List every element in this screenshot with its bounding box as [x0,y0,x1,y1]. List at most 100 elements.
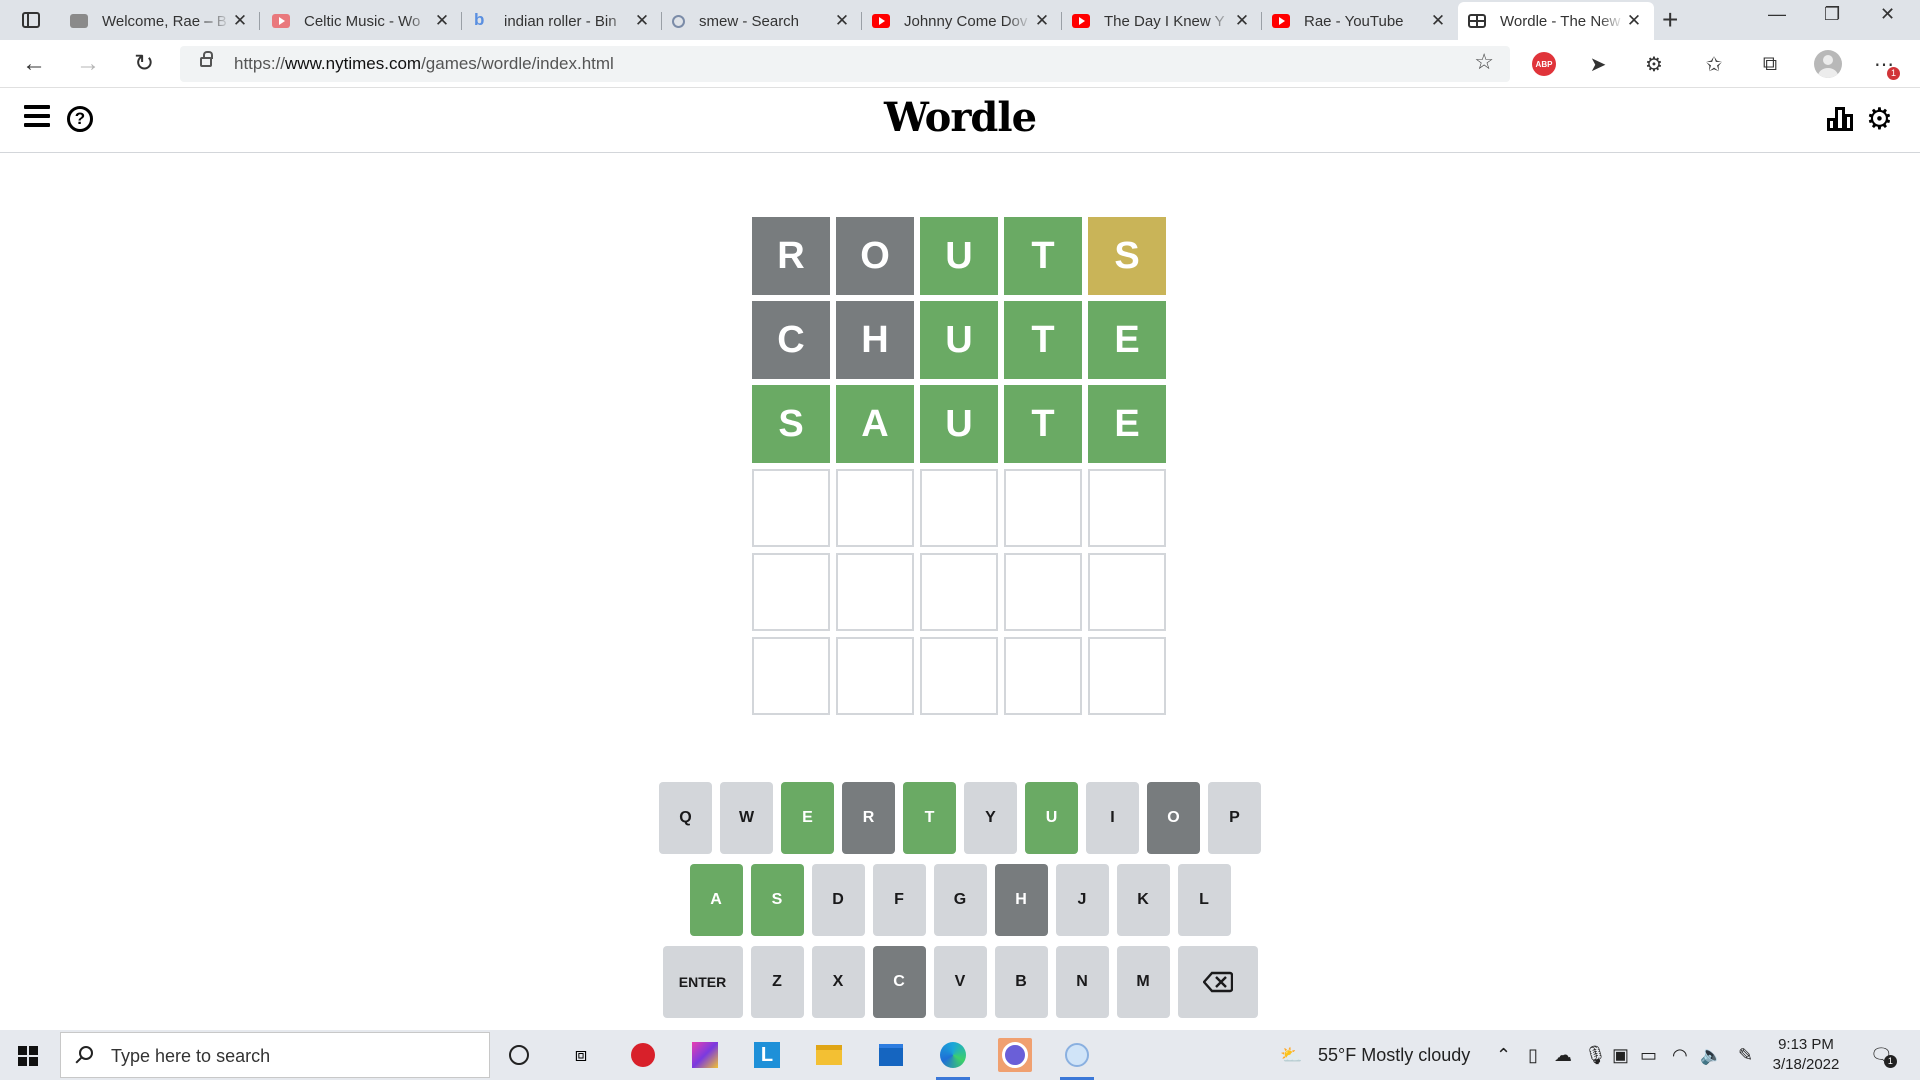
tab-close-icon[interactable]: ✕ [230,11,250,31]
tab-close-icon[interactable]: ✕ [1428,11,1448,31]
tab-the-day[interactable]: The Day I Knew Y ✕ [1062,4,1262,38]
onedrive-icon[interactable]: ☁ [1554,1045,1572,1066]
battery-icon[interactable]: ▭ [1640,1045,1657,1066]
tab-wordle[interactable]: Wordle - The New ✕ [1458,2,1654,40]
tab-rae-youtube[interactable]: Rae - YouTube ✕ [1262,4,1458,38]
key-t[interactable]: T [903,782,956,854]
profile-avatar[interactable] [1814,50,1842,78]
key-d[interactable]: D [811,864,865,936]
key-y[interactable]: Y [964,782,1017,854]
lock-icon[interactable] [200,51,213,67]
refresh-icon[interactable]: ↻ [128,48,160,80]
tab-close-icon[interactable]: ✕ [1032,11,1052,31]
key-i[interactable]: I [1086,782,1139,854]
key-s[interactable]: S [750,864,804,936]
key-w[interactable]: W [720,782,773,854]
tab-smew-search[interactable]: smew - Search ✕ [662,4,862,38]
weather-text[interactable]: 55°F Mostly cloudy [1318,1045,1470,1066]
wifi-icon[interactable]: ◠ [1672,1045,1688,1066]
url-text[interactable]: https://www.nytimes.com/games/wordle/ind… [234,54,614,74]
tab-close-icon[interactable]: ✕ [632,11,652,31]
board-tile: T [1004,217,1082,295]
new-tab-icon[interactable]: + [1662,4,1678,36]
key-o[interactable]: O [1147,782,1200,854]
key-z[interactable]: Z [750,946,804,1018]
tab-actions-icon[interactable] [14,8,48,32]
tab-close-icon[interactable]: ✕ [1232,11,1252,31]
board-tile: C [752,301,830,379]
key-p[interactable]: P [1208,782,1261,854]
tab-welcome[interactable]: Welcome, Rae – B ✕ [60,4,260,38]
apple-app-icon[interactable] [626,1038,660,1072]
l-app-icon[interactable]: L [750,1038,784,1072]
board-tile: H [836,301,914,379]
extensions-icon[interactable]: ⚙ [1640,50,1668,78]
wordle-grid-icon [1468,14,1486,28]
edge-browser-icon[interactable] [936,1038,970,1072]
weather-icon[interactable]: ⛅ [1280,1045,1302,1066]
key-enter[interactable]: ENTER [662,946,743,1018]
tab-title: The Day I Knew Y [1104,12,1225,30]
tab-close-icon[interactable]: ✕ [1624,11,1644,31]
key-j[interactable]: J [1055,864,1109,936]
system-clock[interactable]: 9:13 PM 3/18/2022 [1766,1035,1846,1075]
photo-editor-icon[interactable] [688,1038,722,1072]
key-v[interactable]: V [933,946,987,1018]
tab-close-icon[interactable]: ✕ [432,11,452,31]
key-e[interactable]: E [781,782,834,854]
add-favorite-icon[interactable]: ☆ [1474,49,1494,75]
key-x[interactable]: X [811,946,865,1018]
pen-icon[interactable]: ✎ [1738,1045,1753,1066]
chevron-up-icon[interactable]: ⌃ [1496,1045,1511,1066]
microsoft-store-icon[interactable] [874,1038,908,1072]
key-a[interactable]: A [689,864,743,936]
paint-brush-icon[interactable] [1060,1038,1094,1072]
key-f[interactable]: F [872,864,926,936]
restore-icon[interactable]: ❐ [1824,4,1840,25]
taskbar-search-input[interactable]: Type here to search [60,1032,490,1078]
close-window-icon[interactable]: ✕ [1880,4,1895,25]
tab-johnny-come[interactable]: Johnny Come Dov ✕ [862,4,1062,38]
key-n[interactable]: N [1055,946,1109,1018]
key-g[interactable]: G [933,864,987,936]
key-r[interactable]: R [842,782,895,854]
tab-celtic-music[interactable]: Celtic Music - Wo ✕ [262,4,462,38]
minimize-icon[interactable]: — [1768,4,1786,25]
key-m[interactable]: M [1116,946,1170,1018]
file-explorer-icon[interactable] [812,1038,846,1072]
youtube-icon [1272,14,1290,28]
meet-now-icon[interactable]: ▣ [1612,1045,1629,1066]
back-icon[interactable]: ← [18,48,50,80]
key-c[interactable]: C [872,946,926,1018]
adblock-plus-icon[interactable]: ABP [1530,50,1558,78]
collections-icon[interactable]: ⧉ [1756,50,1784,78]
tab-close-icon[interactable]: ✕ [832,11,852,31]
favorites-icon[interactable]: ✩ [1700,50,1728,78]
tray-app-icon[interactable]: ▯ [1528,1045,1538,1066]
tab-indian-roller[interactable]: indian roller - Bin ✕ [462,4,662,38]
backspace-key[interactable] [1177,946,1258,1018]
forward-icon[interactable]: → [72,48,104,80]
windows-start-icon[interactable] [18,1046,38,1066]
volume-icon[interactable]: 🔈 [1700,1045,1722,1066]
settings-gear-icon[interactable]: ⚙ [1866,102,1893,137]
address-bar[interactable]: https://www.nytimes.com/games/wordle/ind… [180,46,1510,82]
paint-app-icon[interactable] [998,1038,1032,1072]
task-view-icon[interactable]: ⧈ [564,1038,598,1072]
cursor-extension-icon[interactable]: ➤ [1584,50,1612,78]
key-b[interactable]: B [994,946,1048,1018]
notifications-icon[interactable]: 🗨 1 [1870,1045,1897,1068]
key-q[interactable]: Q [659,782,712,854]
board-tile [836,637,914,715]
microphone-icon[interactable]: 🎙 [1584,1045,1607,1066]
key-l[interactable]: L [1177,864,1231,936]
youtube-icon [872,14,890,28]
more-menu-icon[interactable]: ⋯ 1 [1870,50,1900,80]
cortana-icon[interactable] [502,1038,536,1072]
key-u[interactable]: U [1025,782,1078,854]
key-h[interactable]: H [994,864,1048,936]
windows-taskbar: Type here to search ⧈ L ⛅ 55°F Mostly cl… [0,1030,1920,1080]
key-k[interactable]: K [1116,864,1170,936]
statistics-icon[interactable] [1827,107,1853,131]
board-tile [1004,553,1082,631]
